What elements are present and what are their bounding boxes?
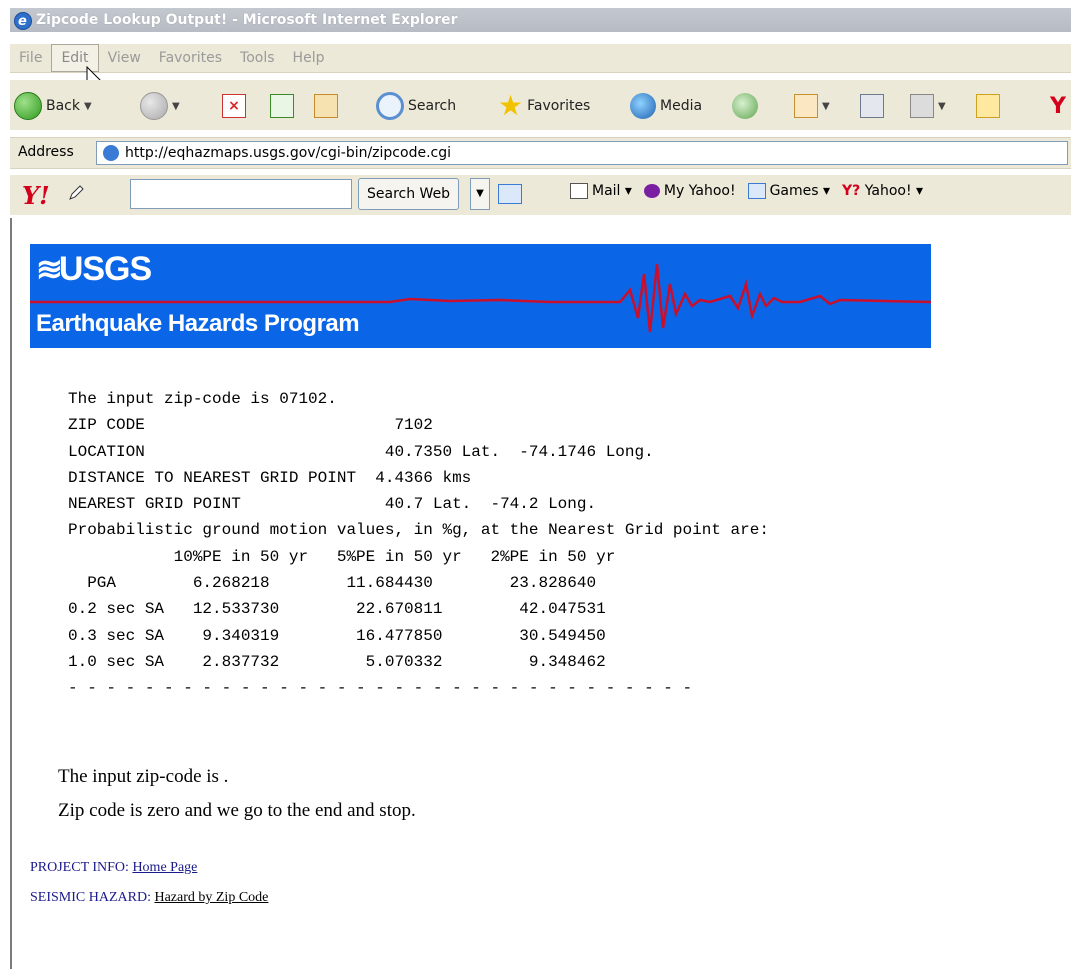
page-icon [103, 145, 119, 161]
stop-icon: × [222, 94, 246, 118]
toolbar-options-icon[interactable] [498, 184, 522, 204]
menu-tools[interactable]: Tools [231, 44, 284, 72]
menu-help[interactable]: Help [284, 44, 334, 72]
yahoo-messenger-button[interactable]: Y [1050, 92, 1066, 120]
project-info-row: PROJECT INFO: Home Page [30, 860, 197, 876]
search-label: Search [408, 98, 457, 114]
output-line: LOCATION 40.7350 Lat. -74.1746 Long. [68, 442, 654, 461]
output-line: ZIP CODE 7102 [68, 416, 433, 435]
address-url: http://eqhazmaps.usgs.gov/cgi-bin/zipcod… [125, 145, 451, 161]
games-link[interactable]: Games ▾ [747, 183, 830, 199]
favorites-button[interactable]: ★ Favorites [498, 92, 590, 120]
address-label: Address [18, 144, 74, 160]
hazard-by-zip-link[interactable]: Hazard by Zip Code [154, 890, 268, 905]
zipcode-output: The input zip-code is 07102. ZIP CODE 71… [68, 386, 769, 702]
games-link-label: Games [769, 183, 819, 199]
print-button[interactable] [860, 92, 884, 120]
search-dropdown-button[interactable]: ▼ [470, 178, 490, 210]
standard-toolbar: Back ▼ ▼ × Search ★ Favorites Media ▼ ▼ [10, 80, 1071, 130]
address-input[interactable]: http://eqhazmaps.usgs.gov/cgi-bin/zipcod… [96, 141, 1068, 165]
menu-bar: File Edit View Favorites Tools Help [10, 44, 1071, 73]
chevron-down-icon: ▼ [84, 100, 92, 112]
forward-arrow-icon [140, 92, 168, 120]
program-title: Earthquake Hazards Program [36, 310, 360, 337]
refresh-icon [270, 94, 294, 118]
history-button[interactable] [732, 92, 758, 120]
chevron-down-icon: ▼ [172, 100, 180, 112]
stop-button[interactable]: × [222, 92, 246, 120]
output-line: 1.0 sec SA 2.837732 5.070332 9.348462 [68, 652, 606, 671]
search-icon [376, 92, 404, 120]
menu-file[interactable]: File [10, 44, 51, 72]
yahoo-icon: Y [1050, 93, 1066, 119]
home-button[interactable] [314, 92, 338, 120]
edit-button[interactable]: ▼ [910, 92, 946, 120]
mail-link[interactable]: Mail ▾ [570, 183, 632, 199]
star-icon: ★ [498, 89, 524, 122]
search-button[interactable]: Search [376, 92, 456, 120]
internet-explorer-icon [14, 10, 32, 34]
note-icon [976, 94, 1000, 118]
output-line: PGA 6.268218 11.684430 23.828640 [68, 574, 597, 593]
output-line: 0.3 sec SA 9.340319 16.477850 30.549450 [68, 626, 606, 645]
mail-link-label: Mail [592, 183, 621, 199]
usgs-wave-icon: ≋ [36, 251, 63, 287]
message-line: The input zip-code is . [58, 766, 229, 787]
output-line: NEAREST GRID POINT 40.7 Lat. -74.2 Long. [68, 495, 597, 514]
usgs-banner[interactable]: ≋USGS Earthquake Hazards Program [30, 244, 931, 348]
yahoo-links: Mail ▾ My Yahoo! Games ▾ Y? Yahoo! ▾ [570, 183, 923, 199]
mail-button[interactable]: ▼ [794, 92, 830, 120]
refresh-button[interactable] [270, 92, 294, 120]
address-bar: Address http://eqhazmaps.usgs.gov/cgi-bi… [10, 137, 1071, 169]
usgs-logo-text: USGS [58, 250, 152, 288]
favorites-label: Favorites [527, 98, 591, 114]
seismic-hazard-label: SEISMIC HAZARD: [30, 890, 151, 905]
search-web-button[interactable]: Search Web [358, 178, 460, 210]
seismic-hazard-row: SEISMIC HAZARD: Hazard by Zip Code [30, 890, 268, 906]
window-title: Zipcode Lookup Output! - Microsoft Inter… [36, 12, 458, 28]
my-yahoo-link-label: My Yahoo! [663, 183, 736, 199]
yahoo-logo[interactable]: Y! [22, 181, 50, 210]
chevron-down-icon: ▼ [938, 100, 946, 112]
chevron-down-icon: ▼ [822, 100, 830, 112]
output-line: - - - - - - - - - - - - - - - - - - - - … [68, 679, 693, 698]
media-button[interactable]: Media [630, 92, 702, 120]
yahoo-link[interactable]: Y? Yahoo! ▾ [842, 183, 923, 199]
output-line: Probabilistic ground motion values, in %… [68, 521, 769, 540]
history-icon [732, 93, 758, 119]
usgs-logo: ≋USGS [36, 250, 152, 289]
yahoo-toolbar: Y! Search Web ▼ Mail ▾ My Yahoo! Games ▾… [10, 175, 1071, 215]
back-label: Back [46, 98, 80, 114]
pencil-icon[interactable] [68, 185, 86, 201]
output-line: DISTANCE TO NEAREST GRID POINT 4.4366 km… [68, 468, 472, 487]
back-button[interactable]: Back ▼ [14, 92, 92, 120]
media-label: Media [660, 98, 703, 114]
mail-icon [794, 94, 818, 118]
yahoo-link-label: Yahoo! [864, 183, 912, 199]
project-info-label: PROJECT INFO: [30, 860, 129, 875]
menu-favorites[interactable]: Favorites [150, 44, 231, 72]
forward-button[interactable]: ▼ [140, 92, 180, 120]
home-icon [314, 94, 338, 118]
edit-icon [910, 94, 934, 118]
my-yahoo-link[interactable]: My Yahoo! [643, 183, 736, 199]
menu-view[interactable]: View [99, 44, 150, 72]
discuss-button[interactable] [976, 92, 1000, 120]
printer-icon [860, 94, 884, 118]
yahoo-icon: Y? [842, 183, 861, 199]
home-page-link[interactable]: Home Page [132, 860, 197, 875]
envelope-icon [570, 183, 588, 199]
my-yahoo-icon [643, 184, 660, 198]
window-title-bar: Zipcode Lookup Output! - Microsoft Inter… [10, 8, 1071, 34]
output-line: The input zip-code is 07102. [68, 390, 337, 408]
back-arrow-icon [14, 92, 42, 120]
games-icon [747, 183, 766, 199]
output-line: 0.2 sec SA 12.533730 22.670811 42.047531 [68, 600, 606, 619]
media-icon [630, 93, 656, 119]
output-line: 10%PE in 50 yr 5%PE in 50 yr 2%PE in 50 … [68, 547, 616, 566]
yahoo-search-input[interactable] [130, 179, 352, 209]
message-line: Zip code is zero and we go to the end an… [58, 800, 416, 821]
